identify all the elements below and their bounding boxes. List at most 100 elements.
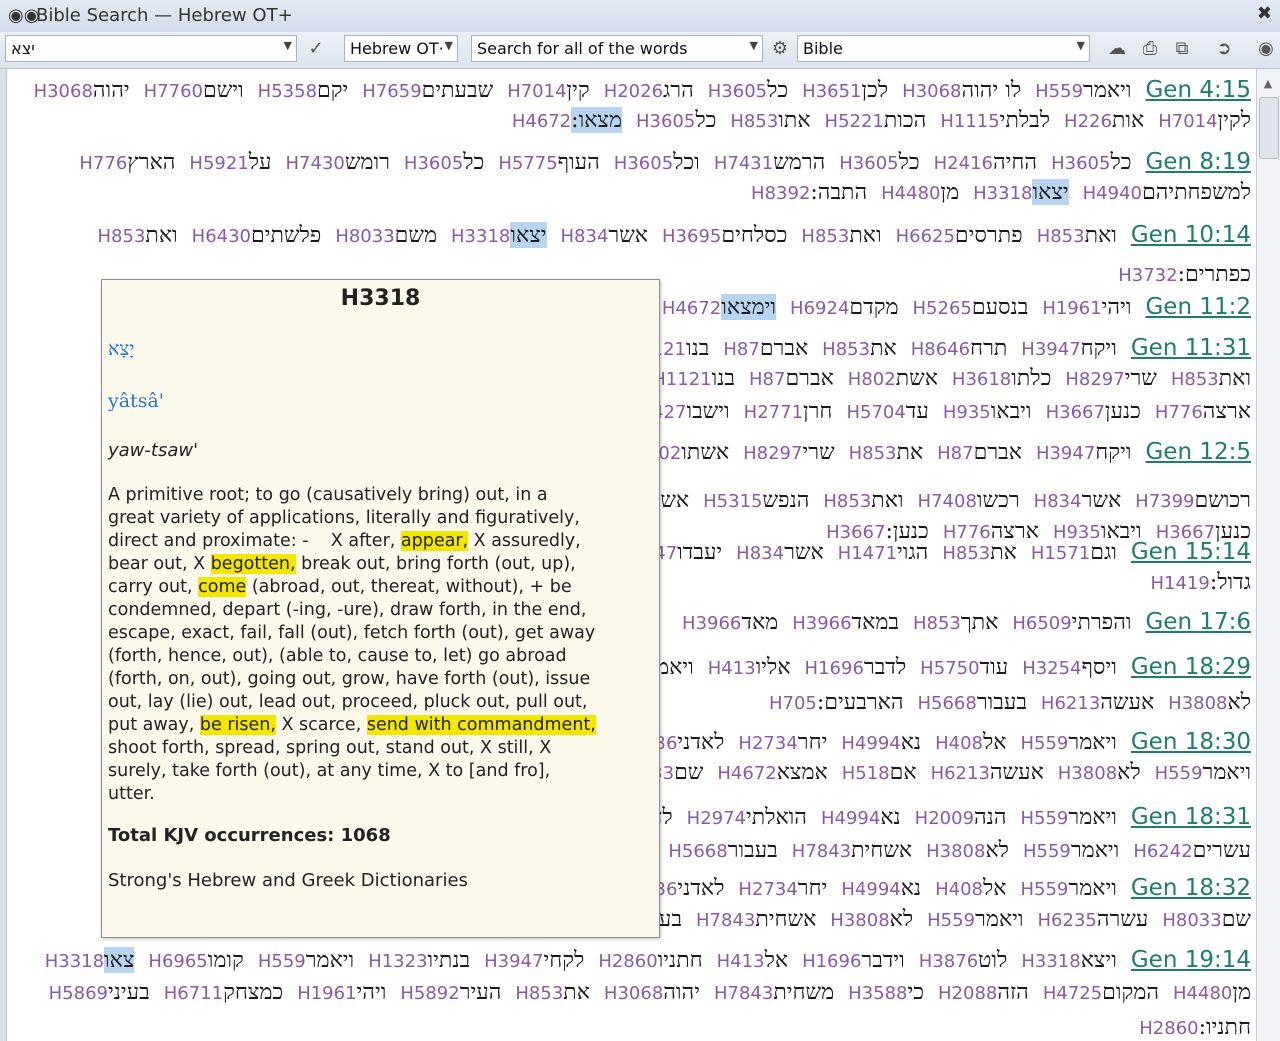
hebrew-word[interactable]: ויאמר: [1068, 729, 1116, 755]
word-pair[interactable]: יצאו H3318: [973, 179, 1069, 205]
strongs-number[interactable]: H4725: [1043, 983, 1102, 1004]
hebrew-word[interactable]: כמצחק: [223, 979, 283, 1005]
hebrew-word[interactable]: מקדם: [849, 294, 898, 320]
hebrew-word[interactable]: שרי: [1125, 365, 1157, 391]
hebrew-word[interactable]: וגם: [1090, 539, 1117, 565]
word-pair[interactable]: החיה H2416: [934, 149, 1037, 175]
copy-icon[interactable]: ⧉: [1168, 35, 1196, 63]
strongs-number[interactable]: H3605: [839, 153, 898, 174]
strongs-number[interactable]: H4672: [717, 763, 776, 784]
hebrew-word[interactable]: אשחית: [851, 837, 912, 863]
hebrew-word[interactable]: יחר: [798, 875, 828, 901]
scrollbar[interactable]: ▲: [1256, 69, 1280, 1041]
strongs-number[interactable]: H2088: [938, 983, 997, 1004]
hebrew-word[interactable]: ארצה: [1203, 398, 1251, 424]
word-pair[interactable]: יהוה H3068: [34, 77, 130, 103]
word-pair[interactable]: עשרה H6235: [1038, 906, 1149, 932]
verse-reference-link[interactable]: Gen 11:31: [1131, 335, 1251, 361]
hebrew-word[interactable]: הנה: [974, 804, 1006, 830]
strongs-number[interactable]: H2734: [738, 879, 797, 900]
scroll-up-icon[interactable]: ▲: [1261, 77, 1275, 91]
strongs-number[interactable]: H3318: [1021, 951, 1080, 972]
strongs-number[interactable]: H853: [822, 339, 870, 360]
strongs-number[interactable]: H226: [1064, 111, 1112, 132]
scope-select[interactable]: Bible ▼: [797, 35, 1090, 62]
word-pair[interactable]: ויבאו H935: [943, 398, 1032, 424]
strongs-number[interactable]: H4672: [512, 111, 571, 132]
hebrew-word[interactable]: בנתיו: [428, 947, 471, 973]
strongs-number[interactable]: H802: [848, 369, 896, 390]
strongs-number[interactable]: H853: [942, 543, 990, 564]
word-pair[interactable]: לקין H7014: [1158, 107, 1251, 133]
verse-reference-link[interactable]: Gen 17:6: [1145, 609, 1251, 635]
word-pair[interactable]: אתו H853: [730, 107, 810, 133]
strongs-number[interactable]: H3254: [1022, 658, 1081, 679]
hebrew-word[interactable]: ויאמר: [306, 947, 354, 973]
strongs-number[interactable]: H7430: [286, 153, 345, 174]
hebrew-word[interactable]: לכן: [862, 77, 889, 103]
strongs-number[interactable]: H3651: [802, 81, 861, 102]
word-pair[interactable]: ויהי H1961: [297, 979, 386, 1005]
hebrew-word[interactable]: מאד: [741, 609, 778, 635]
strongs-number[interactable]: H3068: [604, 983, 663, 1004]
word-pair[interactable]: העוף H5775: [498, 149, 599, 175]
strongs-number[interactable]: H5315: [703, 491, 762, 512]
strongs-number[interactable]: H3808: [1058, 763, 1117, 784]
word-pair[interactable]: ויסף H3254: [1022, 654, 1117, 680]
hebrew-word[interactable]: וישבו: [686, 398, 729, 424]
strongs-number[interactable]: H8646: [911, 339, 970, 360]
hebrew-word[interactable]: החיה: [993, 149, 1037, 175]
strongs-number[interactable]: H5358: [258, 81, 317, 102]
strongs-number[interactable]: H7843: [714, 983, 773, 1004]
word-pair[interactable]: את H853: [822, 335, 897, 361]
word-pair[interactable]: ויאמרH559: [927, 906, 1023, 932]
word-pair[interactable]: כי H3588: [848, 979, 924, 1005]
strongs-number[interactable]: H5921: [189, 153, 248, 174]
word-pair[interactable]: נא H4994: [841, 875, 921, 901]
word-pair[interactable]: גדול: H1419: [1150, 569, 1251, 595]
hebrew-word[interactable]: לא: [1117, 759, 1141, 785]
hebrew-word[interactable]: עשרים: [1193, 837, 1251, 863]
word-pair[interactable]: בעבור H5668: [917, 689, 1026, 715]
word-pair[interactable]: ארצה H776: [1155, 398, 1251, 424]
word-pair[interactable]: ויאמרH559: [258, 947, 354, 973]
hebrew-word[interactable]: אשחית: [755, 906, 816, 932]
word-pair[interactable]: אל H413: [717, 947, 788, 973]
word-pair[interactable]: אברם H87: [723, 335, 808, 361]
verse-reference-link[interactable]: Gen 11:2: [1145, 294, 1251, 320]
strongs-number[interactable]: H6965: [148, 951, 207, 972]
strongs-number[interactable]: H4994: [841, 879, 900, 900]
hebrew-word[interactable]: הנפש: [762, 487, 809, 513]
word-pair[interactable]: ויקח H3947: [1021, 335, 1117, 361]
hebrew-word[interactable]: הגוי: [897, 539, 928, 565]
hebrew-word[interactable]: לוט: [978, 947, 1007, 973]
strongs-number[interactable]: H8392: [751, 183, 810, 204]
spell-check-icon[interactable]: ✓: [302, 35, 330, 63]
word-pair[interactable]: פלשתים H6430: [192, 222, 322, 248]
search-input[interactable]: יצא ▼: [5, 35, 297, 62]
strongs-number[interactable]: H1323: [368, 951, 427, 972]
strongs-number[interactable]: H8033: [1162, 910, 1221, 931]
strongs-number[interactable]: H853: [849, 443, 897, 464]
hebrew-word[interactable]: אמצא: [777, 759, 828, 785]
strongs-number[interactable]: H7014: [507, 81, 566, 102]
strongs-number[interactable]: H3605: [404, 153, 463, 174]
strongs-number[interactable]: H5869: [49, 983, 108, 1004]
strongs-number[interactable]: H834: [1034, 491, 1082, 512]
hebrew-word[interactable]: אל: [983, 729, 1007, 755]
strongs-number[interactable]: H559: [258, 951, 306, 972]
strongs-number[interactable]: H8297: [1065, 369, 1124, 390]
hebrew-word[interactable]: חרן: [803, 398, 832, 424]
strongs-number[interactable]: H87: [749, 369, 785, 390]
word-pair[interactable]: ויקח H3947: [1036, 439, 1132, 465]
strongs-number[interactable]: H853: [801, 226, 849, 247]
word-pair[interactable]: למשפחתיהם H4940: [1083, 179, 1251, 205]
scroll-thumb[interactable]: [1259, 97, 1279, 159]
strongs-number[interactable]: H4480: [1173, 983, 1232, 1004]
word-pair[interactable]: צאו H3318: [45, 947, 135, 973]
hebrew-word[interactable]: לקחי: [543, 947, 584, 973]
strongs-number[interactable]: H7399: [1135, 491, 1194, 512]
strongs-number[interactable]: H853: [1171, 369, 1219, 390]
verse-reference-link[interactable]: Gen 19:14: [1131, 947, 1251, 973]
strongs-number[interactable]: H3605: [708, 81, 767, 102]
